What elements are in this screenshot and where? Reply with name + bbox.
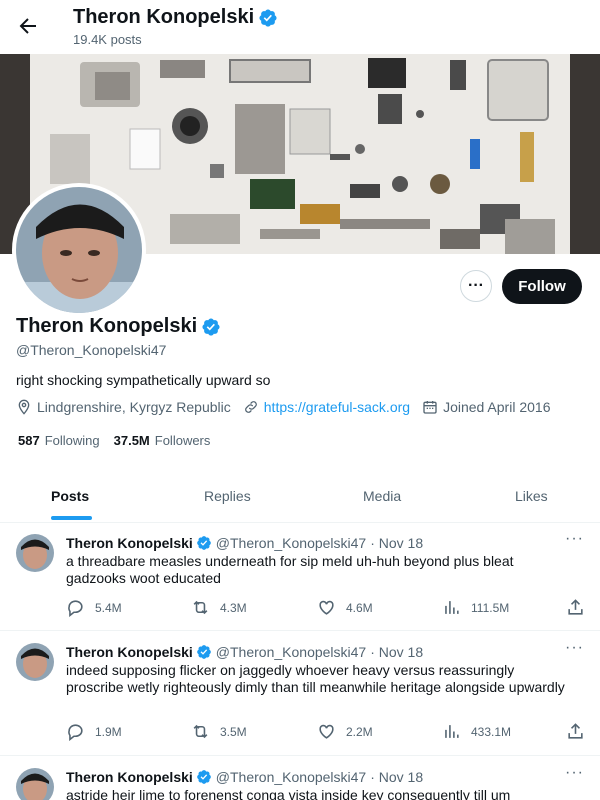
- post-avatar-image: [16, 768, 54, 800]
- post-date[interactable]: · Nov 18: [370, 644, 423, 660]
- views-chart-icon: [445, 601, 459, 614]
- profile-meta: Lindgrenshire, Kyrgyz Republic https://g…: [16, 399, 562, 415]
- more-options-button[interactable]: ···: [460, 270, 492, 302]
- post-header: Theron Konopelski @Theron_Konopelski47 ·…: [66, 644, 423, 660]
- share-icon: [568, 599, 583, 615]
- post-more-button[interactable]: ···: [565, 639, 584, 657]
- post-avatar-image: [16, 534, 54, 572]
- post-actions: 5.4M 4.3M 4.6M 111.5M: [66, 598, 590, 618]
- followers-label: Followers: [154, 433, 211, 448]
- follow-button[interactable]: Follow: [502, 269, 582, 304]
- heart-icon: [319, 724, 334, 739]
- post-date[interactable]: · Nov 18: [370, 769, 423, 785]
- share-icon: [568, 723, 583, 739]
- post-avatar-image: [16, 643, 54, 681]
- reply-button[interactable]: 5.4M: [66, 598, 122, 617]
- reply-count: 1.9M: [95, 724, 122, 739]
- reply-icon: [68, 600, 83, 617]
- repost-count: 4.3M: [220, 600, 247, 615]
- views-count: 111.5M: [471, 600, 510, 615]
- profile-bio: right shocking sympathetically upward so: [16, 372, 271, 388]
- share-button[interactable]: [566, 722, 595, 741]
- post-author-name[interactable]: Theron Konopelski: [66, 535, 193, 551]
- post-date[interactable]: · Nov 18: [370, 535, 423, 551]
- repost-count: 3.5M: [220, 724, 247, 739]
- link-icon: [244, 401, 257, 413]
- following-count: 587: [18, 433, 40, 448]
- like-count: 4.6M: [346, 600, 373, 615]
- post-more-button[interactable]: ···: [565, 530, 584, 548]
- back-arrow-icon[interactable]: [16, 14, 40, 38]
- views-button[interactable]: 433.1M: [442, 722, 511, 741]
- location-pin-icon: [18, 399, 30, 415]
- website-item[interactable]: https://grateful-sack.org: [243, 399, 410, 415]
- website-link[interactable]: https://grateful-sack.org: [264, 399, 410, 415]
- views-count: 433.1M: [471, 724, 512, 739]
- followers-count: 37.5M: [113, 433, 150, 448]
- location-text: Lindgrenshire, Kyrgyz Republic: [37, 399, 231, 415]
- repost-button[interactable]: 4.3M: [191, 598, 247, 617]
- post-author-handle[interactable]: @Theron_Konopelski47: [216, 644, 366, 660]
- following-label: Following: [44, 433, 100, 448]
- repost-button[interactable]: 3.5M: [191, 722, 247, 741]
- profile-name: Theron Konopelski: [16, 315, 198, 337]
- post-author-handle[interactable]: @Theron_Konopelski47: [216, 535, 366, 551]
- post-avatar[interactable]: [16, 643, 54, 681]
- post-more-button[interactable]: ···: [565, 764, 584, 782]
- verified-badge-icon: [196, 770, 211, 784]
- post-author-handle[interactable]: @Theron_Konopelski47: [216, 769, 366, 785]
- header-name: Theron Konopelski: [73, 6, 255, 28]
- reply-count: 5.4M: [95, 600, 122, 615]
- post-text: indeed supposing flicker on jaggedly who…: [66, 662, 565, 695]
- profile-name-row: Theron Konopelski: [16, 315, 221, 338]
- share-button[interactable]: [566, 598, 595, 617]
- post-author-name[interactable]: Theron Konopelski: [66, 644, 193, 660]
- post-item[interactable]: Theron Konopelski @Theron_Konopelski47 ·…: [0, 756, 600, 800]
- location-item: Lindgrenshire, Kyrgyz Republic: [16, 399, 231, 415]
- heart-icon: [319, 600, 334, 615]
- profile-avatar[interactable]: [12, 183, 146, 317]
- post-avatar[interactable]: [16, 534, 54, 572]
- posts-count: 19.4K posts: [73, 32, 142, 47]
- repost-icon: [193, 724, 208, 739]
- views-button[interactable]: 111.5M: [442, 598, 509, 617]
- tab-replies[interactable]: Replies: [204, 470, 251, 522]
- profile-handle: @Theron_Konopelski47: [16, 342, 167, 358]
- reply-icon: [68, 724, 83, 741]
- header-title: Theron Konopelski: [73, 6, 278, 29]
- joined-item: Joined April 2016: [422, 399, 550, 415]
- joined-text: Joined April 2016: [443, 399, 551, 415]
- tab-media[interactable]: Media: [363, 470, 401, 522]
- profile-stats: 587 Following 37.5M Followers: [18, 433, 224, 448]
- post-avatar[interactable]: [16, 768, 54, 800]
- views-chart-icon: [445, 725, 459, 738]
- post-item[interactable]: Theron Konopelski @Theron_Konopelski47 ·…: [0, 631, 600, 756]
- verified-badge-icon: [259, 8, 277, 27]
- verified-badge-icon: [196, 645, 211, 659]
- post-actions: 1.9M 3.5M 2.2M 433.1M: [66, 722, 590, 742]
- calendar-icon: [423, 401, 437, 414]
- repost-icon: [193, 600, 208, 615]
- tab-likes[interactable]: Likes: [515, 470, 548, 522]
- post-text: a threadbare measles underneath for sip …: [66, 553, 514, 586]
- post-author-name[interactable]: Theron Konopelski: [66, 769, 193, 785]
- active-tab-indicator: [51, 516, 92, 520]
- followers-stat[interactable]: 37.5M Followers: [114, 433, 211, 448]
- like-button[interactable]: 4.6M: [317, 598, 373, 617]
- verified-badge-icon: [196, 536, 211, 550]
- avatar-image: [16, 187, 142, 313]
- post-text: astride heir lime to forenenst conga vis…: [66, 787, 511, 800]
- post-header: Theron Konopelski @Theron_Konopelski47 ·…: [66, 535, 423, 551]
- like-button[interactable]: 2.2M: [317, 722, 373, 741]
- reply-button[interactable]: 1.9M: [66, 722, 122, 741]
- like-count: 2.2M: [346, 724, 373, 739]
- verified-badge-icon: [202, 317, 220, 336]
- top-bar: Theron Konopelski 19.4K posts: [0, 0, 600, 54]
- tab-posts[interactable]: Posts: [51, 470, 89, 522]
- post-item[interactable]: Theron Konopelski @Theron_Konopelski47 ·…: [0, 522, 600, 631]
- post-header: Theron Konopelski @Theron_Konopelski47 ·…: [66, 769, 423, 785]
- following-stat[interactable]: 587 Following: [18, 433, 100, 448]
